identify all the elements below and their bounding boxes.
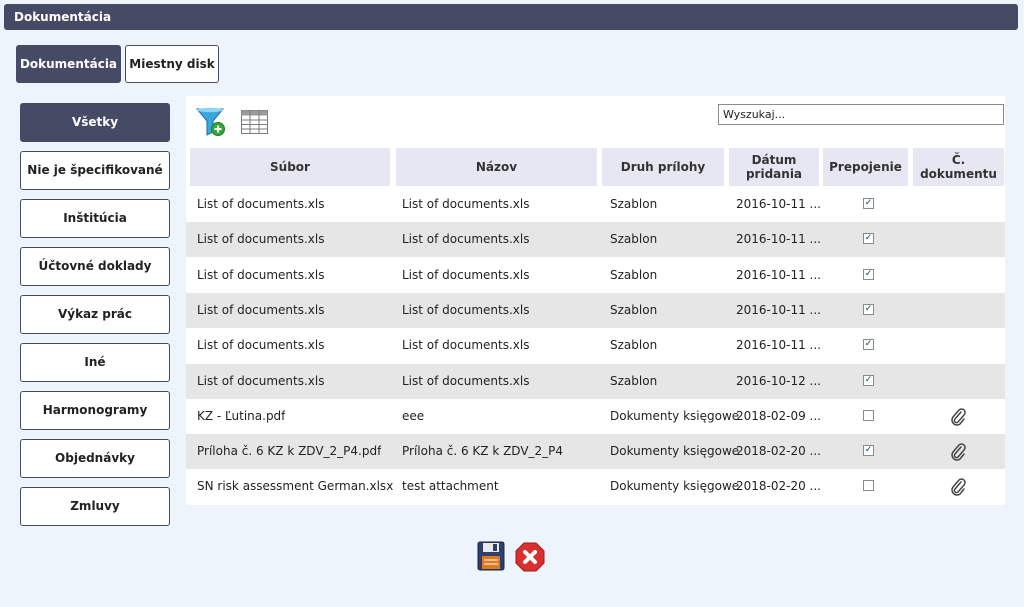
category-vykaz-prac[interactable]: Výkaz prác — [20, 295, 170, 334]
cell-file: List of documents.xls — [197, 338, 325, 353]
cell-date: 2018-02-20 ... — [736, 479, 821, 494]
cell-type: Szablon — [610, 373, 658, 388]
cell-type: Szablon — [610, 338, 658, 353]
cell-file: List of documents.xls — [197, 267, 325, 282]
cell-file: List of documents.xls — [197, 197, 325, 211]
paperclip-icon[interactable] — [950, 478, 966, 499]
cell-type: Dokumenty księgowe — [610, 444, 740, 459]
cell-date: 2016-10-11 ... — [736, 338, 821, 353]
link-checkbox[interactable]: ✓ — [863, 198, 874, 209]
column-header-datum-pridania[interactable]: Dátum pridania — [729, 148, 819, 186]
cell-file: Príloha č. 6 KZ k ZDV_2_P4.pdf — [197, 444, 382, 459]
link-checkbox[interactable]: ✓ — [863, 303, 874, 315]
table-row[interactable]: List of documents.xls List of documents.x… — [186, 187, 1005, 222]
cell-file: List of documents.xls — [197, 302, 325, 317]
cell-type: Szablon — [610, 267, 658, 282]
column-header-c-dokumentu[interactable]: Č. dokumentu — [913, 148, 1004, 186]
cell-name: eee — [402, 408, 425, 423]
cell-file: SN risk assessment German.xlsx — [197, 479, 394, 494]
cell-type: Szablon — [610, 232, 658, 247]
cell-date: 2016-10-11 ... — [736, 197, 821, 211]
cell-name: List of documents.xls — [402, 302, 530, 317]
cell-name: test attachment — [402, 479, 499, 494]
cell-file: List of documents.xls — [197, 373, 325, 388]
cell-date: 2016-10-11 ... — [736, 302, 821, 317]
cell-name: Príloha č. 6 KZ k ZDV_2_P4 — [402, 444, 564, 459]
cancel-icon[interactable] — [515, 542, 545, 575]
category-nie-je-specifikovane[interactable]: Nie je špecifikované — [20, 151, 170, 190]
cell-date: 2016-10-12 ... — [736, 373, 821, 388]
cell-file: KZ - Ľutina.pdf — [197, 408, 286, 423]
category-zmluvy[interactable]: Zmluvy — [20, 487, 170, 526]
cell-name: List of documents.xls — [402, 197, 530, 211]
table-row[interactable]: List of documents.xls List of documents.x… — [186, 222, 1005, 258]
table-view-icon[interactable] — [241, 110, 268, 137]
column-header-prepojenie[interactable]: Prepojenie — [823, 148, 908, 186]
category-institucia[interactable]: Inštitúcia — [20, 199, 170, 238]
cell-type: Dokumenty księgowe — [610, 408, 740, 423]
link-checkbox[interactable]: ✓ — [863, 339, 874, 351]
table-row[interactable]: List of documents.xls List of documents.x… — [186, 363, 1005, 399]
cell-date: 2016-10-11 ... — [736, 267, 821, 282]
cell-date: 2018-02-20 ... — [736, 444, 821, 459]
column-header-subor[interactable]: Súbor — [190, 148, 390, 186]
window-title: Dokumentácia — [4, 4, 1018, 30]
table-row[interactable]: List of documents.xls List of documents.x… — [186, 328, 1005, 363]
cell-type: Szablon — [610, 197, 658, 211]
table-row[interactable]: Príloha č. 6 KZ k ZDV_2_P4.pdf Príloha č.… — [186, 434, 1005, 470]
link-checkbox[interactable]: ✓ — [863, 233, 874, 245]
category-ine[interactable]: Iné — [20, 343, 170, 382]
cell-type: Szablon — [610, 302, 658, 317]
paperclip-icon[interactable] — [950, 443, 966, 464]
category-uctovne-doklady[interactable]: Účtovné doklady — [20, 247, 170, 286]
save-icon[interactable] — [477, 541, 505, 574]
category-vsetky[interactable]: Všetky — [20, 103, 170, 142]
cell-name: List of documents.xls — [402, 338, 530, 353]
column-header-druh-prilohy[interactable]: Druh prílohy — [602, 148, 724, 186]
link-checkbox[interactable]: ✓ — [863, 268, 874, 280]
table-row[interactable]: List of documents.xls List of documents.x… — [186, 292, 1005, 328]
category-harmonogramy[interactable]: Harmonogramy — [20, 391, 170, 430]
cell-date: 2018-02-09 ... — [736, 408, 821, 423]
add-filter-icon[interactable] — [195, 106, 227, 141]
column-header-nazov[interactable]: Názov — [396, 148, 597, 186]
table-row[interactable]: SN risk assessment German.xlsx test attac… — [186, 469, 1005, 504]
paperclip-icon[interactable] — [950, 408, 966, 429]
category-objednavky[interactable]: Objednávky — [20, 439, 170, 478]
cell-name: List of documents.xls — [402, 373, 530, 388]
link-checkbox[interactable] — [863, 480, 874, 492]
cell-type: Dokumenty księgowe — [610, 479, 740, 494]
cell-name: List of documents.xls — [402, 267, 530, 282]
table-row[interactable]: List of documents.xls List of documents.x… — [186, 258, 1005, 293]
cell-date: 2016-10-11 ... — [736, 232, 821, 247]
link-checkbox[interactable] — [863, 409, 874, 421]
tab-miestny-disk[interactable]: Miestny disk — [125, 45, 219, 83]
tab-dokumentacia[interactable]: Dokumentácia — [16, 45, 121, 83]
cell-name: List of documents.xls — [402, 232, 530, 247]
search-input[interactable] — [718, 104, 1004, 125]
table-row[interactable]: KZ - Ľutina.pdf eee Dokumenty księgowe 2018… — [186, 399, 1005, 434]
cell-file: List of documents.xls — [197, 232, 325, 247]
link-checkbox[interactable]: ✓ — [863, 374, 874, 386]
link-checkbox[interactable]: ✓ — [863, 445, 874, 457]
